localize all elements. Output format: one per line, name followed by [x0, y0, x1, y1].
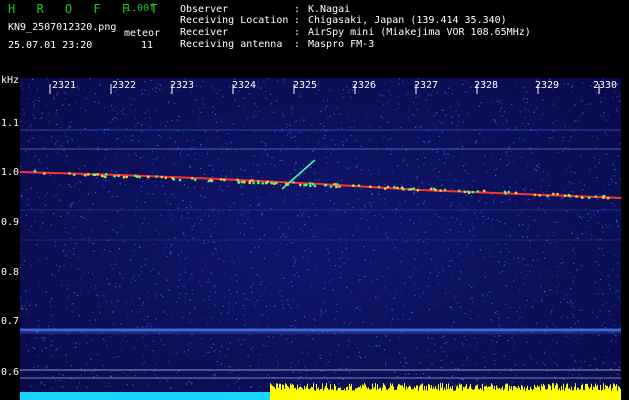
x-tick-label: 2330 — [593, 80, 618, 91]
y-tick-label: 0.9 — [1, 217, 20, 228]
colon: : — [294, 27, 301, 38]
mode-label: meteor — [124, 28, 161, 39]
x-tick-label: 2323 — [170, 80, 195, 91]
x-tick-label: 2327 — [414, 80, 439, 91]
observer-value: K.Nagai — [308, 4, 351, 15]
x-tick-label: 2322 — [112, 80, 137, 91]
colon: : — [294, 39, 301, 50]
x-tick-label: 2329 — [535, 80, 560, 91]
x-tick-label: 2326 — [352, 80, 377, 91]
x-tick-label: 2325 — [293, 80, 318, 91]
receiver-value: AirSpy mini (Miakejima VOR 108.65MHz) — [308, 27, 531, 38]
spectrogram — [20, 78, 621, 400]
filename-label: KN9_2507012320.png — [8, 22, 117, 33]
x-tick-label: 2324 — [232, 80, 257, 91]
observer-label: Observer — [180, 4, 229, 15]
unit-label: kHz — [1, 75, 20, 86]
y-tick-label: 0.8 — [1, 267, 20, 278]
location-value: Chigasaki, Japan (139.414 35.340) — [308, 15, 507, 26]
y-tick-label: 0.6 — [1, 367, 20, 378]
colon: : — [294, 15, 301, 26]
antenna-value: Maspro FM-3 — [308, 39, 375, 50]
y-tick-label: 1.0 — [1, 167, 20, 178]
y-tick-label: 1.1 — [1, 118, 20, 129]
receiver-label: Receiver — [180, 27, 229, 38]
colon: : — [294, 4, 301, 15]
count-label: 11 — [141, 40, 154, 51]
x-tick-label: 2321 — [52, 80, 77, 91]
version-label: 1.00f — [125, 3, 156, 14]
y-tick-label: 0.7 — [1, 316, 20, 327]
x-tick-label: 2328 — [474, 80, 499, 91]
antenna-label: Receiving antenna — [180, 39, 283, 50]
location-label: Receiving Location — [180, 15, 289, 26]
datetime-label: 25.07.01 23:20 — [8, 40, 93, 51]
